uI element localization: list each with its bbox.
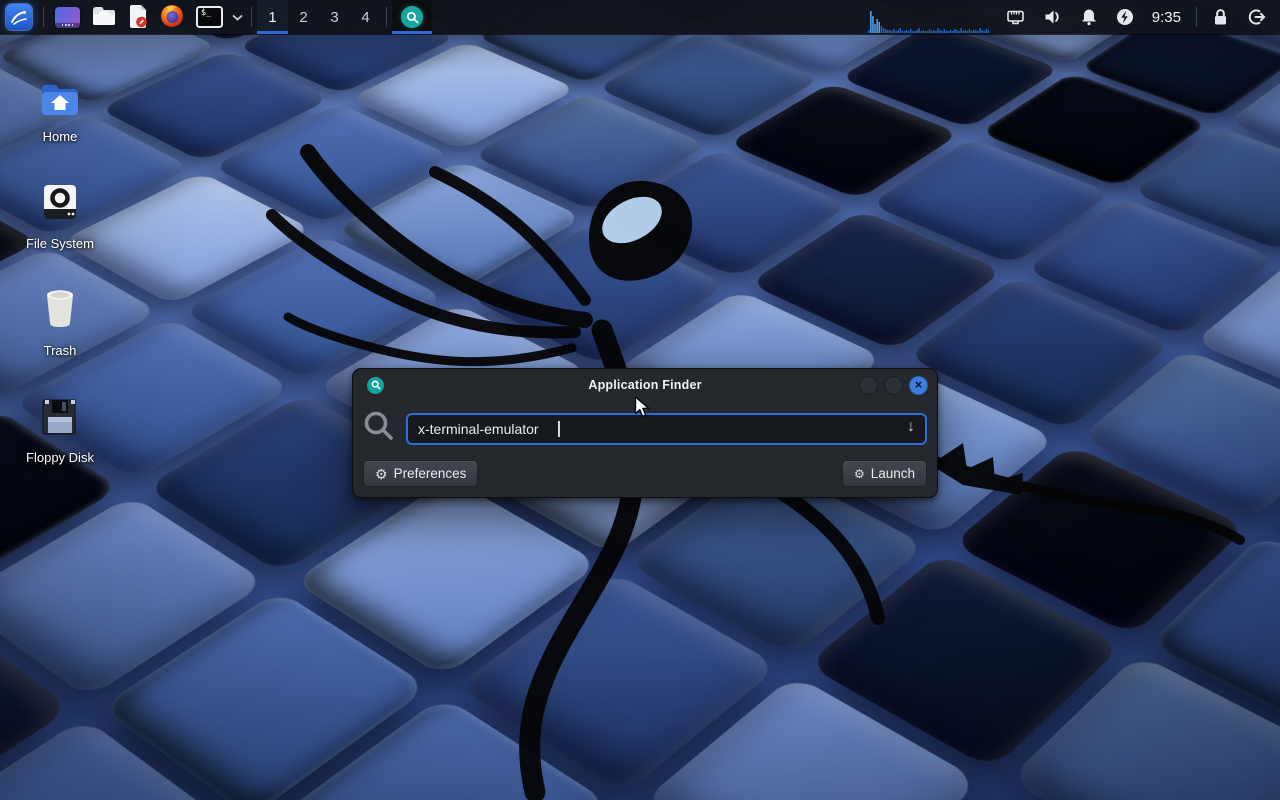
text-caret [558, 421, 560, 437]
desktop-icon-file-system[interactable]: File System [12, 159, 108, 251]
close-icon: × [915, 377, 922, 394]
top-panel: $_ 1 2 3 4 [0, 0, 1280, 34]
panel-separator [251, 7, 252, 27]
panel-separator [1196, 7, 1197, 27]
search-badge-icon [401, 6, 423, 28]
search-input[interactable] [406, 413, 927, 445]
gear-icon: ⚙ [375, 467, 388, 481]
titlebar[interactable]: Application Finder × [353, 369, 937, 401]
document-icon [128, 4, 148, 31]
chevron-down-icon [232, 14, 243, 21]
search-icon [361, 408, 397, 449]
launch-button[interactable]: ⚙ Launch [842, 460, 927, 487]
workspace-switcher: 1 2 3 4 [257, 0, 381, 34]
text-editor-launcher[interactable] [122, 0, 154, 34]
kali-logo-icon [6, 4, 32, 30]
logout-icon[interactable] [1239, 0, 1274, 34]
terminal-icon: $_ [196, 6, 223, 28]
app-finder-window-icon [367, 377, 384, 394]
floppy-disk-icon [41, 398, 79, 441]
window-title: Application Finder [588, 378, 701, 392]
terminal-launcher[interactable]: $_ [190, 0, 229, 34]
volume-icon[interactable] [1035, 0, 1070, 34]
desktop-icon-label: Trash [44, 343, 77, 358]
application-finder-window: Application Finder × ↓ ⚙ Preferences ⚙ L [352, 368, 938, 498]
notifications-bell-icon[interactable] [1072, 0, 1106, 34]
cpu-graph-svg [868, 2, 992, 34]
firefox-launcher[interactable] [154, 0, 190, 34]
workspace-3[interactable]: 3 [319, 0, 350, 34]
folder-icon [92, 6, 116, 29]
desktop-icon-home[interactable]: Home [12, 52, 108, 144]
cpu-graph[interactable] [864, 0, 996, 34]
workspace-1[interactable]: 1 [257, 0, 288, 34]
maximize-button[interactable] [884, 376, 903, 395]
hard-drive-icon [40, 182, 80, 227]
preferences-label: Preferences [394, 466, 467, 481]
dropdown-arrow-icon[interactable]: ↓ [901, 417, 921, 437]
window-controls: × [859, 376, 928, 395]
search-input-wrap: ↓ [406, 413, 927, 445]
launch-label: Launch [871, 466, 915, 481]
close-button[interactable]: × [909, 376, 928, 395]
applications-menu-button[interactable] [0, 0, 38, 34]
preferences-button[interactable]: ⚙ Preferences [363, 460, 478, 487]
desktop-icon-trash[interactable]: Trash [12, 266, 108, 358]
desktop-icon-label: Home [43, 129, 78, 144]
terminal-launcher-menu-arrow[interactable] [229, 0, 246, 34]
desktop-icon-column: Home File System Trash [12, 52, 108, 480]
network-icon[interactable] [998, 0, 1033, 34]
desktop-icon-floppy-disk[interactable]: Floppy Disk [12, 373, 108, 465]
workspace-4[interactable]: 4 [350, 0, 381, 34]
desktop-icon-label: File System [26, 236, 94, 251]
panel-left-group: $_ 1 2 3 4 [0, 0, 432, 34]
app-finder-panel-button[interactable] [392, 0, 432, 34]
workspace-2[interactable]: 2 [288, 0, 319, 34]
minimize-button[interactable] [859, 376, 878, 395]
firefox-icon [160, 4, 184, 31]
clock[interactable]: 9:35 [1144, 9, 1189, 26]
file-manager-launcher[interactable] [86, 0, 122, 34]
power-manager-icon[interactable] [1108, 0, 1142, 34]
panel-separator [386, 7, 387, 27]
finder-buttons: ⚙ Preferences ⚙ Launch [353, 452, 937, 487]
desktop-app-launcher[interactable] [49, 0, 86, 34]
trash-bin-icon [41, 287, 79, 334]
search-row: ↓ [353, 401, 937, 452]
launch-gear-icon: ⚙ [854, 467, 865, 481]
panel-right-group: 9:35 [864, 0, 1280, 34]
lock-screen-icon[interactable] [1204, 0, 1237, 34]
home-folder-icon [40, 82, 80, 120]
desktop-icon-label: Floppy Disk [26, 450, 94, 465]
panel-separator [43, 7, 44, 27]
window-app-icon [55, 7, 80, 28]
